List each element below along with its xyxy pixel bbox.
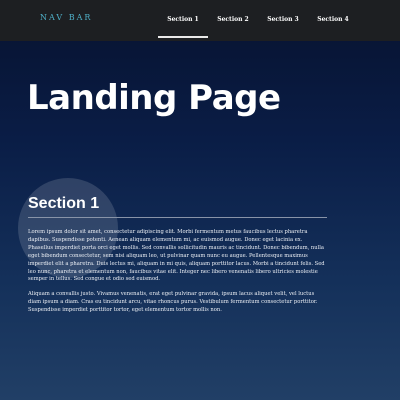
nav-menu: Section 1 Section 2 Section 3 Section 4 [158,0,358,38]
section-1: Section 1 Lorem ipsum dolor sit amet, co… [28,193,327,315]
nav-item-section-4[interactable]: Section 4 [308,0,358,36]
navbar-brand[interactable]: NAV BAR [40,13,92,22]
nav-item-section-2[interactable]: Section 2 [208,0,258,36]
section-paragraph-2: Aliquam a convallis justo. Vivamus venen… [28,291,318,314]
section-heading: Section 1 [28,193,327,218]
nav-item-section-1[interactable]: Section 1 [158,0,208,38]
section-paragraph-1: Lorem ipsum dolor sit amet, consectetur … [28,229,325,283]
page-title: Landing Page [27,78,281,118]
navbar: NAV BAR Section 1 Section 2 Section 3 Se… [0,0,400,41]
nav-item-section-3[interactable]: Section 3 [258,0,308,36]
